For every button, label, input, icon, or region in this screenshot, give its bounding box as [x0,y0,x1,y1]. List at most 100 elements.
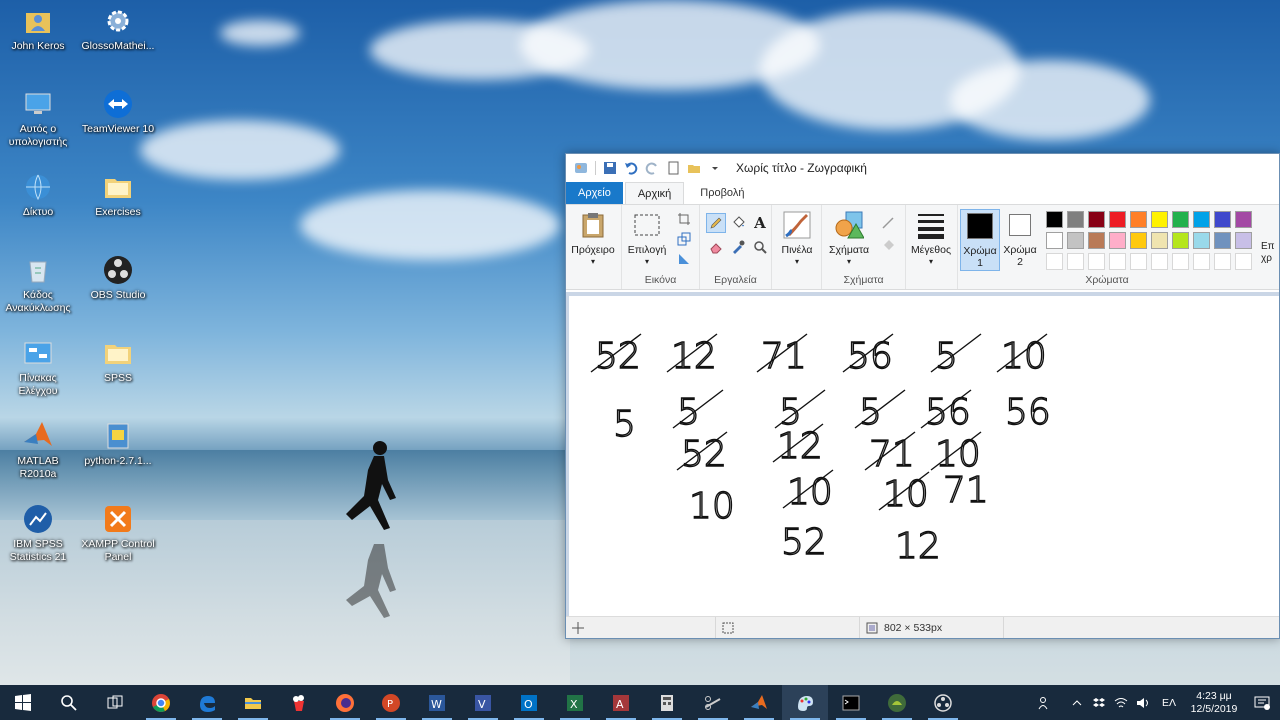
desktop-icon[interactable]: Πίνακας Ελέγχου [0,336,76,398]
desktop-icon[interactable]: Κάδος Ανακύκλωσης [0,253,76,315]
color-swatch[interactable] [1235,253,1252,270]
dropbox-icon[interactable] [1088,685,1110,720]
color-swatch[interactable] [1046,253,1063,270]
desktop-icon[interactable]: OBS Studio [80,253,156,302]
desktop-icon[interactable]: TeamViewer 10 [80,87,156,136]
taskbar-button-popcorn[interactable] [276,685,322,720]
save-icon[interactable] [603,161,617,175]
new-file-icon[interactable] [666,161,680,175]
desktop-icon[interactable]: MATLAB R2010a [0,419,76,481]
color-swatch[interactable] [1109,253,1126,270]
taskbar-button-word[interactable]: W [414,685,460,720]
color-swatch[interactable] [1130,211,1147,228]
taskbar-button-access[interactable]: A [598,685,644,720]
taskbar-button-firefox[interactable] [322,685,368,720]
desktop-icon[interactable]: SPSS [80,336,156,385]
paint-window[interactable]: Χωρίς τίτλο - Ζωγραφική Αρχείο Αρχική Πρ… [565,153,1280,639]
people-icon[interactable] [1034,685,1056,720]
taskbar-button-visio[interactable]: V [460,685,506,720]
desktop-icon[interactable]: Δίκτυο [0,170,76,219]
desktop-icon[interactable]: John Keros [0,4,76,53]
color-swatch[interactable] [1235,232,1252,249]
open-file-icon[interactable] [687,161,701,175]
taskbar-button-powerpoint[interactable]: P [368,685,414,720]
color-picker-icon[interactable] [728,237,748,257]
volume-icon[interactable] [1132,685,1154,720]
tab-file[interactable]: Αρχείο [566,182,623,204]
clipboard-button[interactable]: Πρόχειρο ▾ [570,209,616,268]
notification-icon[interactable] [1244,685,1280,720]
crop-icon[interactable] [674,209,694,229]
color-swatch[interactable] [1172,211,1189,228]
taskbar-button-obs[interactable] [920,685,966,720]
taskbar-button-snipping[interactable] [690,685,736,720]
color-swatch[interactable] [1172,253,1189,270]
tab-home[interactable]: Αρχική [624,182,685,204]
title-bar[interactable]: Χωρίς τίτλο - Ζωγραφική [566,154,1279,182]
taskbar-button-chrome[interactable] [138,685,184,720]
select-button[interactable]: Επιλογή ▾ [624,209,670,268]
quick-access-dropdown-icon[interactable] [708,161,722,175]
color-swatch[interactable] [1088,253,1105,270]
desktop-icon[interactable]: python-2.7.1... [80,419,156,468]
taskbar-button-excel[interactable]: X [552,685,598,720]
desktop-icon[interactable]: Exercises [80,170,156,219]
language-indicator[interactable]: ΕΛ [1154,697,1184,709]
color-swatch[interactable] [1067,232,1084,249]
color-swatch[interactable] [1088,211,1105,228]
undo-icon[interactable] [624,161,638,175]
color1-button[interactable]: Χρώμα 1 [960,209,1000,271]
desktop-icon[interactable]: GlossoMathei... [80,4,156,53]
taskbar-button-task-view[interactable] [92,685,138,720]
color-swatch[interactable] [1193,232,1210,249]
color-swatch[interactable] [1046,232,1063,249]
color-swatch[interactable] [1067,211,1084,228]
color-swatch[interactable] [1214,253,1231,270]
rotate-icon[interactable] [674,249,694,269]
drawing-canvas[interactable]: 52 12 71 56 5 10 5 5 5 5 56 56 52 12 71 10 10 10 10 71 52 12 [569,296,1279,616]
brushes-button[interactable]: Πινέλα ▾ [774,209,820,268]
desktop-icon[interactable]: Αυτός ο υπολογιστής [0,87,76,149]
text-tool-icon[interactable]: A [750,213,770,233]
taskbar-button-start[interactable] [0,685,46,720]
wifi-icon[interactable] [1110,685,1132,720]
color-swatch[interactable] [1172,232,1189,249]
taskbar-button-paint[interactable] [782,685,828,720]
color2-button[interactable]: Χρώμα 2 [1000,209,1040,268]
resize-icon[interactable] [674,229,694,249]
color-swatch[interactable] [1235,211,1252,228]
color-swatch[interactable] [1109,232,1126,249]
taskbar-button-search[interactable] [46,685,92,720]
color-swatch[interactable] [1193,253,1210,270]
redo-icon[interactable] [645,161,659,175]
size-button[interactable]: Μέγεθος ▾ [908,209,954,268]
taskbar-button-outlook[interactable]: O [506,685,552,720]
color-swatch[interactable] [1151,253,1168,270]
eraser-icon[interactable] [706,237,726,257]
paint-app-icon[interactable] [574,161,588,175]
color-swatch[interactable] [1214,211,1231,228]
taskbar-button-android[interactable] [874,685,920,720]
edit-colors-button[interactable]: Επ χρ [1261,241,1279,265]
color-swatch[interactable] [1109,211,1126,228]
chevron-up-icon[interactable] [1066,685,1088,720]
fill-shape-icon[interactable] [878,235,898,255]
color-swatch[interactable] [1046,211,1063,228]
color-swatch[interactable] [1151,232,1168,249]
outline-icon[interactable] [878,213,898,233]
taskbar-button-edge[interactable] [184,685,230,720]
color-swatch[interactable] [1214,232,1231,249]
shapes-button[interactable]: Σχήματα ▾ [824,209,874,268]
desktop-icon[interactable]: XAMPP Control Panel [80,502,156,564]
taskbar-button-cmd[interactable] [828,685,874,720]
clock[interactable]: 4:23 μμ 12/5/2019 [1184,690,1244,716]
tab-view[interactable]: Προβολή [688,182,756,204]
taskbar-button-matlab[interactable] [736,685,782,720]
taskbar-button-file-explorer[interactable] [230,685,276,720]
color-swatch[interactable] [1130,232,1147,249]
magnifier-icon[interactable] [750,237,770,257]
pencil-icon[interactable] [706,213,726,233]
taskbar-button-calculator[interactable] [644,685,690,720]
color-swatch[interactable] [1088,232,1105,249]
color-swatch[interactable] [1193,211,1210,228]
